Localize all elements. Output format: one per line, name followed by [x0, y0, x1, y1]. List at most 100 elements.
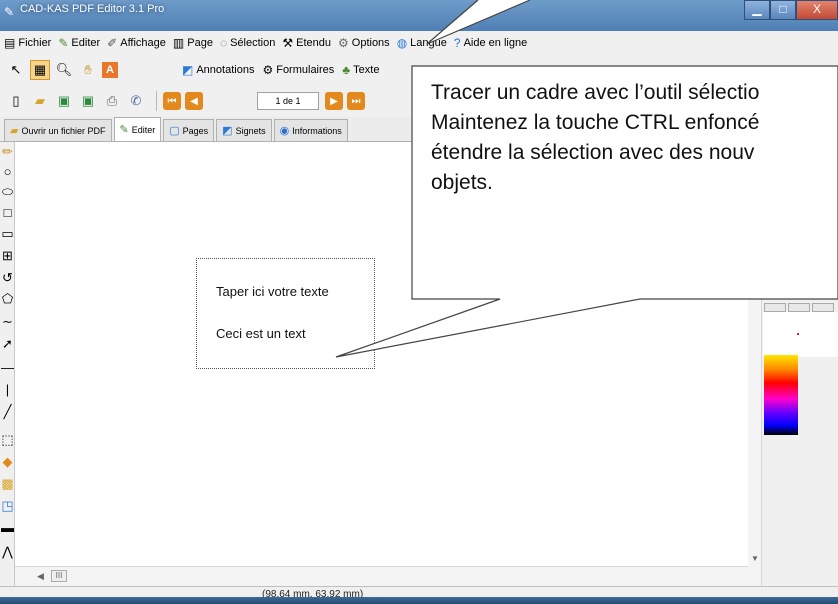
callout-line: étendre la sélection avec des nouv: [431, 141, 755, 164]
last-page-icon[interactable]: ⏭: [347, 92, 365, 110]
menu-affichage[interactable]: ✐ Affichage: [107, 36, 166, 50]
maximize-button[interactable]: □: [770, 0, 796, 20]
previous-page-icon[interactable]: ◀: [185, 92, 203, 110]
fill-selection-icon[interactable]: ▩: [0, 474, 15, 494]
menu-bar: ▤ Fichier ✎ Editer ✐ Affichage ▥ Page ◌ Sélec…: [0, 31, 838, 55]
title-bar: ✎ CAD-KAS PDF Editor 3.1 Pro ▁ □ X: [0, 0, 838, 31]
taskbar: [0, 597, 838, 604]
arrow-icon[interactable]: ➚: [0, 334, 15, 354]
window-controls: ▁ □ X: [744, 0, 838, 20]
fill-icon[interactable]: ◆: [0, 452, 15, 472]
vertical-line-icon[interactable]: |: [0, 380, 15, 400]
callout-line: objets.: [431, 171, 493, 194]
folder-icon: ▰: [10, 125, 19, 137]
rectangle-icon[interactable]: ▭: [0, 224, 15, 244]
new-document-icon[interactable]: ▯: [6, 91, 26, 111]
diagonal-line-icon[interactable]: ╱: [0, 402, 15, 422]
wave-icon[interactable]: ∼: [0, 312, 15, 332]
callout-line: Maintenez la touche CTRL enfoncé: [431, 111, 760, 134]
formulaires-button[interactable]: ⚙ Formulaires: [262, 63, 334, 77]
text-icon: ♣: [342, 63, 351, 77]
acrobat-icon[interactable]: ✆: [126, 91, 146, 111]
form-icon: ⚙: [262, 63, 274, 77]
callout-line: Tracer un cadre avec l’outil sélectio: [431, 81, 760, 104]
polygon-icon[interactable]: ⬠: [0, 289, 15, 309]
square-icon[interactable]: □: [0, 203, 15, 223]
circle-icon[interactable]: ○: [0, 162, 15, 182]
brush-icon: ✎: [119, 124, 129, 136]
menu-langue[interactable]: ◍ Langue: [397, 36, 447, 50]
tab-editer[interactable]: ✎ Editer: [113, 117, 162, 141]
pages-icon: ▢: [169, 125, 180, 137]
text-frame[interactable]: [196, 258, 375, 369]
hand-icon[interactable]: ✋︎: [78, 60, 98, 80]
texte-button[interactable]: ♣ Texte: [342, 63, 379, 77]
menu-selection[interactable]: ◌ Sélection: [220, 36, 275, 50]
tab-signets[interactable]: ◩ Signets: [216, 119, 272, 141]
book-icon: ▥: [172, 36, 185, 50]
color-marker: [797, 333, 799, 335]
ellipse-icon[interactable]: ⬭: [0, 182, 15, 202]
menu-fichier[interactable]: ▤ Fichier: [4, 36, 51, 50]
drawing-tools-panel: ✏︎ ○ ⬭ □ ▭ ⊞ ↺ ⬠ ∼ ➚ — | ╱ ⬚ ◆ ▩ ◳ ▬ ⋀: [0, 142, 15, 586]
select-frame-tool-icon[interactable]: ▦: [30, 60, 50, 80]
vertical-scrollbar[interactable]: [748, 142, 762, 586]
toolbar-separator: [156, 91, 157, 111]
save-as-icon[interactable]: ▣: [78, 91, 98, 111]
menu-editer[interactable]: ✎ Editer: [58, 36, 100, 50]
first-page-icon[interactable]: ⏮: [163, 92, 181, 110]
help-icon: ?: [453, 36, 461, 50]
pointer-tool-icon[interactable]: ↖: [6, 60, 26, 80]
menu-etendu[interactable]: ⚒ Etendu: [282, 36, 331, 50]
globe-icon: ◍: [396, 36, 408, 50]
wrench-icon: ⚙: [338, 36, 349, 50]
pencil-icon[interactable]: ✏︎: [0, 142, 15, 162]
text-tool-icon[interactable]: A: [102, 62, 118, 78]
panel-button[interactable]: [812, 303, 834, 312]
annotations-button[interactable]: ◩ Annotations: [182, 63, 254, 77]
tab-informations[interactable]: ◉ Informations: [273, 119, 348, 141]
color-preview: [763, 312, 838, 357]
tab-pages[interactable]: ▢ Pages: [163, 119, 215, 141]
selection-frame-icon[interactable]: ⬚: [0, 430, 15, 450]
callout-text: Tracer un cadre avec l’outil sélectio Ma…: [431, 78, 838, 198]
info-icon: ◉: [279, 125, 290, 137]
open-folder-icon[interactable]: ▰: [30, 91, 50, 111]
annotation-icon: ◩: [182, 63, 194, 77]
transform-icon[interactable]: ◳: [0, 496, 15, 516]
menu-options[interactable]: ⚙ Options: [338, 36, 390, 50]
menu-page[interactable]: ▥ Page: [173, 36, 213, 50]
scroll-left-arrow-icon[interactable]: ◀: [37, 571, 44, 582]
curve-icon[interactable]: ↺: [0, 268, 15, 288]
document-canvas[interactable]: [15, 142, 748, 586]
scroll-thumb[interactable]: III: [51, 570, 67, 582]
bookmark-icon: ◩: [222, 125, 233, 137]
next-page-icon[interactable]: ▶: [325, 92, 343, 110]
brush-icon: ✎: [58, 36, 69, 50]
pen-icon: ✐: [107, 36, 118, 50]
tab-ouvrir[interactable]: ▰ Ouvrir un fichier PDF: [4, 119, 112, 141]
window-title: CAD-KAS PDF Editor 3.1 Pro: [20, 3, 165, 15]
save-icon[interactable]: ▣: [54, 91, 74, 111]
document-icon: ▤: [4, 36, 16, 50]
print-icon[interactable]: ⎙: [102, 91, 122, 111]
lasso-icon: ◌: [219, 36, 228, 50]
chevron-up-icon[interactable]: ⋀: [0, 542, 15, 562]
panel-button[interactable]: [788, 303, 810, 312]
close-button[interactable]: X: [796, 0, 838, 20]
minimize-button[interactable]: ▁: [744, 0, 770, 20]
tools-icon: ⚒: [282, 36, 294, 50]
color-spectrum[interactable]: [764, 355, 798, 435]
canvas-text-line-2[interactable]: Ceci est un text: [216, 326, 306, 341]
page-indicator[interactable]: 1 de 1: [257, 92, 319, 110]
thick-line-icon[interactable]: ▬: [0, 518, 15, 538]
horizontal-line-icon[interactable]: —: [0, 358, 15, 378]
table-icon[interactable]: ⊞: [0, 246, 15, 266]
menu-aide[interactable]: ? Aide en ligne: [454, 36, 527, 50]
canvas-text-line-1[interactable]: Taper ici votre texte: [216, 284, 329, 299]
scroll-down-arrow-icon[interactable]: ▼: [748, 552, 762, 566]
panel-button[interactable]: [764, 303, 786, 312]
app-icon: ✎: [4, 5, 15, 19]
zoom-icon[interactable]: 🔍︎: [54, 60, 74, 80]
horizontal-scrollbar[interactable]: ◀ III: [15, 566, 748, 586]
